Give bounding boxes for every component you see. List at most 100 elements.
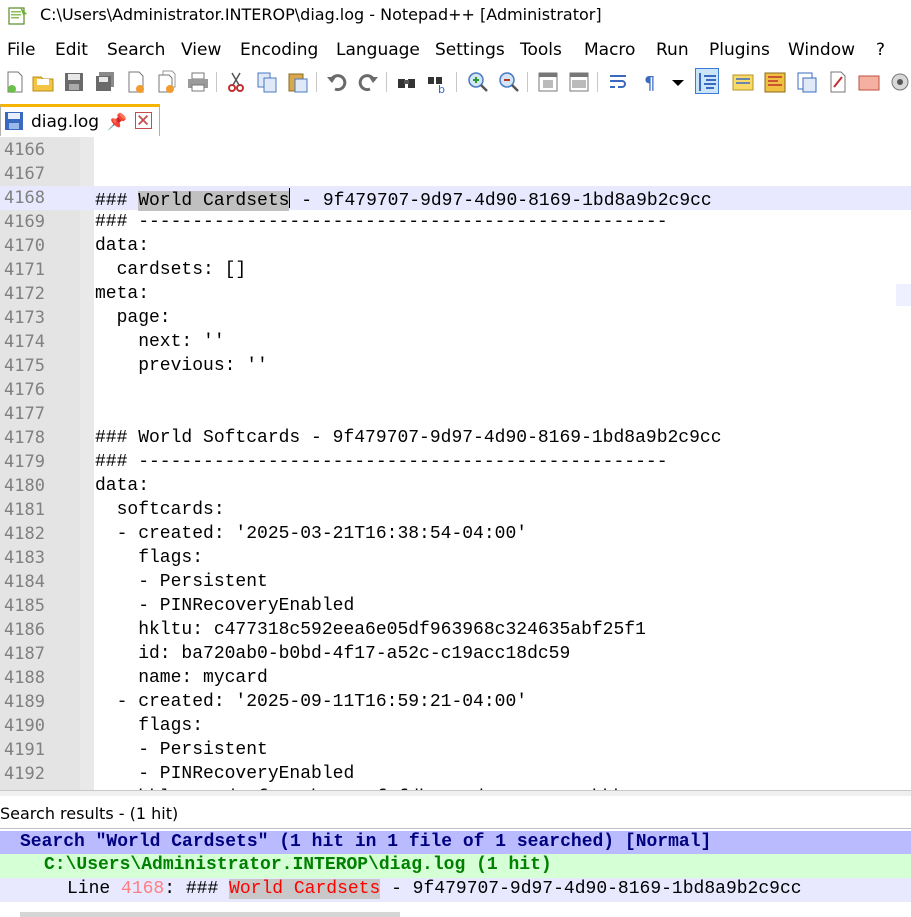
editor-line[interactable]: 4189 - created: '2025-09-11T16:59:21-04:… bbox=[0, 690, 911, 714]
undo-icon[interactable] bbox=[325, 69, 349, 95]
editor-line[interactable]: 4191 - Persistent bbox=[0, 738, 911, 762]
line-text-segment: ### bbox=[95, 191, 139, 211]
save-all-icon[interactable] bbox=[93, 69, 117, 95]
line-text: cardsets: [] bbox=[95, 260, 247, 280]
editor-line[interactable]: 4176 bbox=[0, 378, 911, 402]
line-text-segment: page: bbox=[95, 308, 171, 328]
editor-line[interactable]: 4183 flags: bbox=[0, 546, 911, 570]
sync-horizontal-icon[interactable] bbox=[567, 69, 591, 95]
folder-workspace-icon[interactable] bbox=[795, 69, 819, 95]
show-all-chars-icon[interactable]: ¶ bbox=[638, 69, 662, 95]
editor-line[interactable]: 4171 cardsets: [] bbox=[0, 258, 911, 282]
editor-line[interactable]: 4192 - PINRecoveryEnabled bbox=[0, 762, 911, 786]
document-map-icon[interactable] bbox=[763, 69, 787, 95]
hit-line-number: 4168 bbox=[121, 879, 165, 899]
menu-encoding[interactable]: Encoding bbox=[240, 40, 318, 60]
monitor-icon[interactable] bbox=[888, 69, 911, 95]
editor-line[interactable]: 4186 hkltu: c477318c592eea6e05df963968c3… bbox=[0, 618, 911, 642]
editor-area[interactable]: 4166 4167 4168 ### World Cardsets - 9f47970… bbox=[0, 137, 911, 790]
search-results-panel[interactable]: Search "World Cardsets" (1 hit in 1 file… bbox=[0, 829, 911, 917]
close-icon[interactable] bbox=[124, 69, 148, 95]
menu-tools[interactable]: Tools bbox=[520, 40, 562, 60]
menu-window[interactable]: Window bbox=[788, 40, 855, 60]
menu-edit[interactable]: Edit bbox=[55, 40, 88, 60]
menu-settings[interactable]: Settings bbox=[435, 40, 505, 60]
indent-guide-icon[interactable] bbox=[695, 68, 719, 94]
paste-icon[interactable] bbox=[286, 69, 310, 95]
close-tab-icon[interactable] bbox=[135, 112, 152, 129]
editor-line[interactable]: 4172 meta: bbox=[0, 282, 911, 306]
cut-icon[interactable] bbox=[224, 69, 248, 95]
pin-icon[interactable]: 📌 bbox=[107, 112, 127, 131]
editor-line[interactable]: 4180 data: bbox=[0, 474, 911, 498]
line-text-segment: - Persistent bbox=[95, 572, 268, 592]
editor-line[interactable]: 4185 - PINRecoveryEnabled bbox=[0, 594, 911, 618]
line-text-segment: ### World Softcards - 9f479707-9d97-4d90… bbox=[95, 428, 722, 448]
dropdown-chevron-down-icon[interactable] bbox=[666, 69, 690, 95]
line-text-segment: data: bbox=[95, 236, 150, 256]
editor-line[interactable]: 4177 bbox=[0, 402, 911, 426]
menu-macro[interactable]: Macro bbox=[584, 40, 635, 60]
editor-line[interactable]: 4188 name: mycard bbox=[0, 666, 911, 690]
line-text-segment: - 9f479707-9d97-4d90-8169-1bd8a9b2c9cc bbox=[290, 191, 712, 211]
notepadpp-app-icon bbox=[8, 7, 27, 25]
print-icon[interactable] bbox=[186, 69, 210, 95]
line-number: 4168 bbox=[4, 188, 45, 208]
menu-view[interactable]: View bbox=[181, 40, 221, 60]
editor-line[interactable]: 4181 softcards: bbox=[0, 498, 911, 522]
clipboard-history-icon[interactable] bbox=[826, 69, 850, 95]
editor-line[interactable]: 4175 previous: '' bbox=[0, 354, 911, 378]
menu-search[interactable]: Search bbox=[107, 40, 165, 60]
macro-record-icon[interactable] bbox=[857, 69, 881, 95]
sync-vertical-icon[interactable] bbox=[536, 69, 560, 95]
editor-line[interactable]: 4190 flags: bbox=[0, 714, 911, 738]
editor-line[interactable]: 4167 bbox=[0, 162, 911, 186]
editor-line[interactable]: 4169 ### --------------------------------… bbox=[0, 210, 911, 234]
horizontal-scrollbar[interactable] bbox=[20, 912, 400, 917]
redo-icon[interactable] bbox=[356, 69, 380, 95]
menu-file[interactable]: File bbox=[7, 40, 35, 60]
tab-diag-log[interactable]: diag.log 📌 bbox=[0, 104, 160, 136]
open-file-icon[interactable] bbox=[31, 69, 55, 95]
line-number: 4182 bbox=[4, 524, 45, 544]
zoom-out-icon[interactable] bbox=[497, 69, 521, 95]
line-number: 4169 bbox=[4, 212, 45, 232]
editor-line[interactable]: 4184 - Persistent bbox=[0, 570, 911, 594]
search-file-line[interactable]: C:\Users\Administrator.INTEROP\diag.log … bbox=[0, 854, 911, 878]
menu-help[interactable]: ? bbox=[876, 40, 885, 60]
line-number: 4186 bbox=[4, 620, 45, 640]
editor-line[interactable]: 4174 next: '' bbox=[0, 330, 911, 354]
zoom-in-icon[interactable] bbox=[466, 69, 490, 95]
line-text: next: '' bbox=[95, 332, 224, 352]
find-icon[interactable] bbox=[395, 69, 419, 95]
line-number: 4175 bbox=[4, 356, 45, 376]
word-wrap-icon[interactable] bbox=[607, 69, 631, 95]
function-list-icon[interactable] bbox=[731, 69, 755, 95]
editor-line[interactable]: 4178 ### World Softcards - 9f479707-9d97-… bbox=[0, 426, 911, 450]
editor-line[interactable]: 4170 data: bbox=[0, 234, 911, 258]
new-file-icon[interactable] bbox=[3, 69, 27, 95]
line-text-segment: flags: bbox=[95, 716, 204, 736]
editor-line[interactable]: 4173 page: bbox=[0, 306, 911, 330]
replace-icon[interactable]: b bbox=[426, 69, 450, 95]
search-query-line[interactable]: Search "World Cardsets" (1 hit in 1 file… bbox=[0, 831, 911, 855]
menu-plugins[interactable]: Plugins bbox=[709, 40, 770, 60]
search-results-header: Search results - (1 hit) bbox=[0, 796, 911, 829]
line-number: 4187 bbox=[4, 644, 45, 664]
editor-line[interactable]: 4168 ### World Cardsets - 9f479707-9d97-4… bbox=[0, 186, 911, 211]
search-hit-line[interactable]: Line 4168: ### World Cardsets - 9f479707… bbox=[0, 878, 911, 902]
line-text-segment: - PINRecoveryEnabled bbox=[95, 764, 355, 784]
menu-language[interactable]: Language bbox=[336, 40, 420, 60]
line-text: meta: bbox=[95, 284, 149, 304]
line-number: 4179 bbox=[4, 452, 45, 472]
copy-icon[interactable] bbox=[255, 69, 279, 95]
editor-line[interactable]: 4166 bbox=[0, 138, 911, 162]
editor-line[interactable]: 4187 id: ba720ab0-b0bd-4f17-a52c-c19acc1… bbox=[0, 642, 911, 666]
editor-line[interactable]: 4179 ### --------------------------------… bbox=[0, 450, 911, 474]
line-text: softcards: bbox=[95, 500, 225, 520]
save-icon[interactable] bbox=[62, 69, 86, 95]
line-text: previous: '' bbox=[95, 356, 268, 376]
close-all-icon[interactable] bbox=[155, 69, 179, 95]
menu-run[interactable]: Run bbox=[656, 40, 689, 60]
editor-line[interactable]: 4182 - created: '2025-03-21T16:38:54-04:… bbox=[0, 522, 911, 546]
